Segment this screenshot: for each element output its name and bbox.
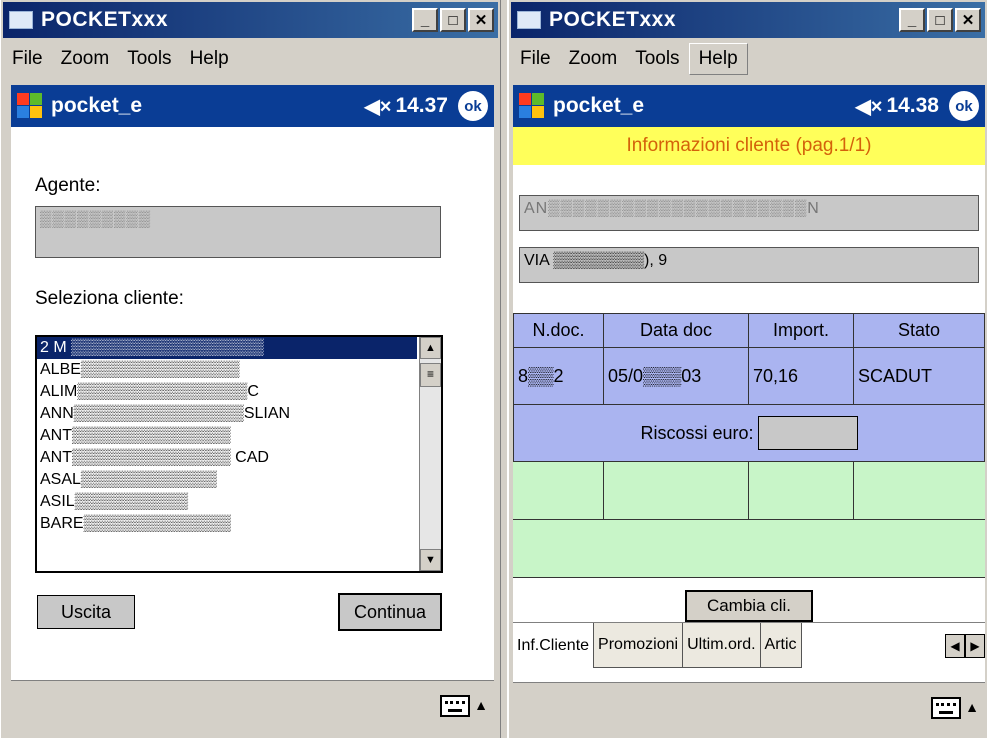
tab-artic[interactable]: Artic [760,623,802,668]
tab-bar: Inf.Cliente Promozioni Ultim.ord. Artic … [513,622,985,668]
menu-bar: File Zoom Tools Help [511,40,985,78]
pda-screen: pocket_e ◀× 14.37 ok Agente: ▒▒▒▒▒▒▒▒▒ S… [11,85,494,732]
empty-table-row[interactable] [513,462,985,520]
sip-bar: ▲ [513,682,985,732]
change-client-button[interactable]: Cambia cli. [685,590,813,622]
client-list-item[interactable]: 2 M ▒▒▒▒▒▒▒▒▒▒▒▒▒▒▒▒▒ [37,337,417,359]
keyboard-icon[interactable] [440,695,470,717]
agent-field: ▒▒▒▒▒▒▒▒▒ [35,206,441,258]
tab-inf-cliente[interactable]: Inf.Cliente [513,623,595,668]
table-cell: 8▒▒2 [513,347,604,406]
minimize-button[interactable]: _ [412,8,438,32]
tab-left-arrow-icon[interactable]: ◀ [945,633,965,658]
riscossi-label: Riscossi euro: [640,422,754,443]
client-list-item[interactable]: ANN▒▒▒▒▒▒▒▒▒▒▒▒▒▒▒SLIAN [37,403,417,425]
agent-value: ▒▒▒▒▒▒▒▒▒ [40,211,152,228]
pda-app-title: pocket_e [553,94,645,117]
client-address-field: VIA ▒▒▒▒▒▒▒▒), 9 [519,247,979,283]
ok-button[interactable]: ok [458,91,488,121]
close-button[interactable]: ✕ [468,8,494,32]
window-title: POCKETxxx [41,8,169,31]
speaker-muted-icon[interactable]: ◀× [855,94,882,119]
tab-ultim-ord[interactable]: Ultim.ord. [683,623,761,668]
scroll-up-arrow-icon[interactable]: ▲ [420,337,441,359]
menu-help[interactable]: Help [688,43,748,75]
menu-file[interactable]: File [511,44,560,74]
app-icon [9,11,33,29]
client-list-item[interactable]: ASIL▒▒▒▒▒▒▒▒▒▒ [37,491,417,513]
client-list-item[interactable]: ALBE▒▒▒▒▒▒▒▒▒▒▒▒▒▒ [37,359,417,381]
title-bar: POCKETxxx _ □ ✕ [511,2,985,38]
scroll-thumb[interactable]: ≡ [420,363,441,387]
pda-app-title: pocket_e [51,94,143,117]
menu-tools[interactable]: Tools [118,44,180,74]
left-window: POCKETxxx _ □ ✕ File Zoom Tools Help poc… [0,0,500,738]
keyboard-icon[interactable] [931,697,961,719]
pda-screen: pocket_e ◀× 14.38 ok Informazioni client… [513,85,985,732]
client-listbox[interactable]: 2 M ▒▒▒▒▒▒▒▒▒▒▒▒▒▒▒▒▒ ALBE▒▒▒▒▒▒▒▒▒▒▒▒▒▒… [35,335,443,573]
tab-promozioni[interactable]: Promozioni [594,623,684,668]
menu-tools[interactable]: Tools [626,44,688,74]
app-icon [517,11,541,29]
client-list-item[interactable]: ASAL▒▒▒▒▒▒▒▒▒▒▒▒ [37,469,417,491]
exit-button[interactable]: Uscita [37,595,135,629]
info-header: Informazioni cliente (pag.1/1) [513,127,985,165]
tab-right-arrow-icon[interactable]: ▶ [965,633,985,658]
table-cell: SCADUT [853,347,985,406]
empty-table-row[interactable] [513,520,985,578]
client-list-item[interactable]: ALIM▒▒▒▒▒▒▒▒▒▒▒▒▒▒▒C [37,381,417,403]
start-menu-icon[interactable] [15,91,45,121]
client-list-item[interactable]: ANT▒▒▒▒▒▒▒▒▒▒▒▒▒▒ CAD [37,447,417,469]
column-header: Import. [748,313,854,348]
menu-help[interactable]: Help [181,44,238,74]
client-name: AN▒▒▒▒▒▒▒▒▒▒▒▒▒▒▒▒▒▒▒▒▒N [524,200,820,217]
pda-nav-bar: pocket_e ◀× 14.38 ok [513,85,985,127]
title-bar: POCKETxxx _ □ ✕ [3,2,498,38]
client-list-item[interactable]: ANT▒▒▒▒▒▒▒▒▒▒▒▒▒▒ [37,425,417,447]
maximize-button[interactable]: □ [440,8,466,32]
client-name-field: AN▒▒▒▒▒▒▒▒▒▒▒▒▒▒▒▒▒▒▒▒▒N [519,195,979,231]
clock[interactable]: 14.38 [886,94,939,118]
column-header: N.doc. [513,313,604,348]
menu-file[interactable]: File [3,44,52,74]
menu-bar: File Zoom Tools Help [3,40,498,78]
maximize-button[interactable]: □ [927,8,953,32]
table-cell: 05/0▒▒▒03 [603,347,749,406]
agent-label: Agente: [35,175,101,196]
ok-button[interactable]: ok [949,91,979,121]
pda-nav-bar: pocket_e ◀× 14.37 ok [11,85,494,127]
right-window: POCKETxxx _ □ ✕ File Zoom Tools Help poc… [508,0,987,738]
client-list-item[interactable]: BARE▒▒▒▒▒▒▒▒▒▒▒▒▒ [37,513,417,535]
speaker-muted-icon[interactable]: ◀× [364,94,391,119]
table-header-row: N.doc. Data doc Import. Stato [513,313,985,348]
client-address: VIA ▒▒▒▒▒▒▒▒), 9 [524,252,668,269]
start-menu-icon[interactable] [517,91,547,121]
table-row[interactable]: 8▒▒2 05/0▒▒▒03 70,16 SCADUT [513,347,985,406]
window-divider [500,0,508,738]
riscossi-input[interactable] [757,416,858,450]
documents-table: N.doc. Data doc Import. Stato 8▒▒2 05/0▒… [513,313,985,406]
list-scrollbar[interactable]: ▲ ≡ ▼ [419,337,441,571]
window-title: POCKETxxx [549,8,677,31]
select-client-label: Seleziona cliente: [35,288,184,309]
scroll-down-arrow-icon[interactable]: ▼ [420,549,441,571]
sip-bar: ▲ [11,680,494,732]
minimize-button[interactable]: _ [899,8,925,32]
continue-button[interactable]: Continua [338,593,442,631]
column-header: Data doc [603,313,749,348]
menu-zoom[interactable]: Zoom [560,44,627,74]
clock[interactable]: 14.37 [395,94,448,118]
table-cell: 70,16 [748,347,854,406]
close-button[interactable]: ✕ [955,8,981,32]
column-header: Stato [853,313,985,348]
menu-zoom[interactable]: Zoom [52,44,119,74]
riscossi-row: Riscossi euro: [513,404,985,462]
tab-scroll-arrows: ◀ ▶ [945,623,985,668]
sip-arrow-up-icon[interactable]: ▲ [474,697,488,713]
sip-arrow-up-icon[interactable]: ▲ [965,699,979,715]
